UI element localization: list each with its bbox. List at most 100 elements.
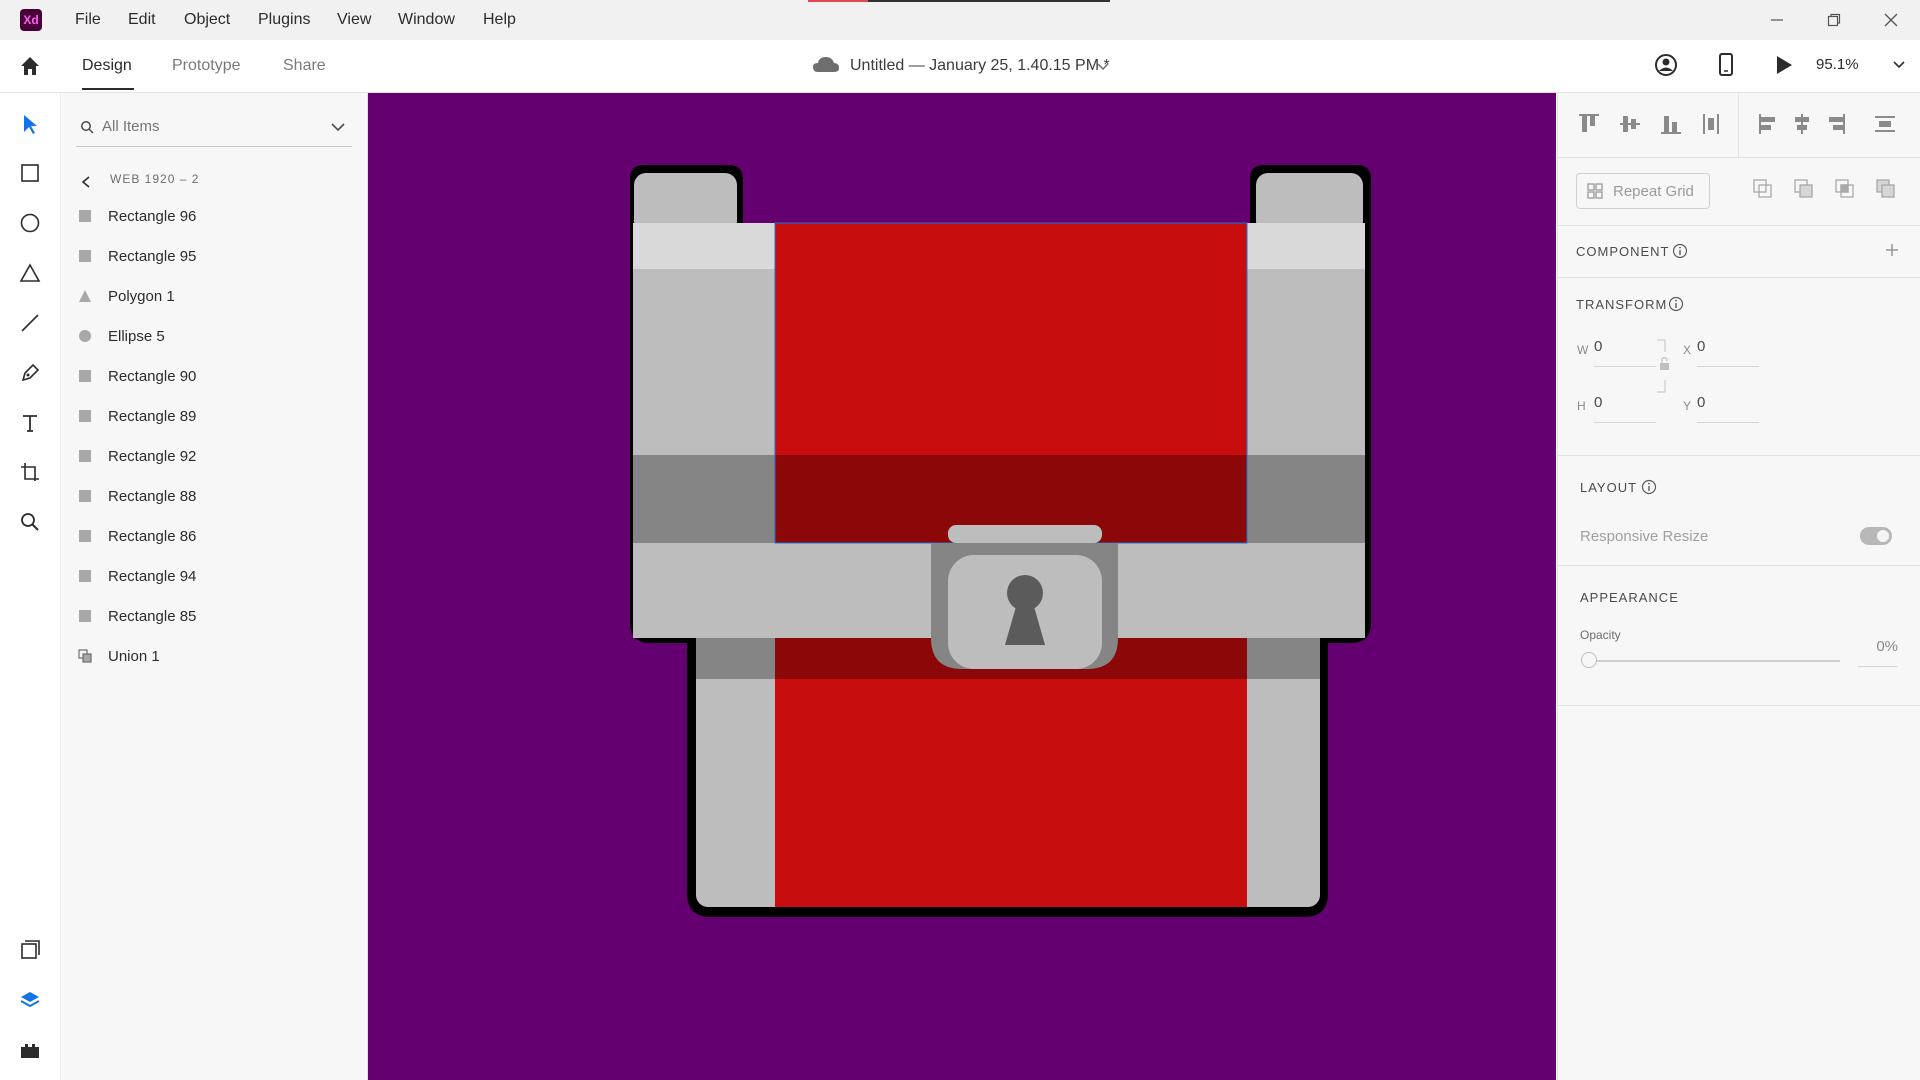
layer-row[interactable]: Rectangle 90 (76, 358, 356, 394)
text-tool[interactable] (14, 407, 46, 439)
boolean-exclude-icon[interactable] (1876, 179, 1895, 198)
layer-row[interactable]: Rectangle 86 (76, 518, 356, 554)
tab-prototype[interactable]: Prototype (172, 40, 240, 92)
union-icon (78, 649, 92, 663)
play-preview-button[interactable] (1773, 54, 1795, 76)
tab-design[interactable]: Design (82, 40, 132, 92)
back-chevron-icon[interactable] (80, 175, 92, 189)
distribute-vertical-icon[interactable] (1703, 114, 1719, 134)
chest-artwork[interactable] (368, 93, 1556, 1080)
plugins-button[interactable] (14, 1034, 46, 1066)
menu-window[interactable]: Window (398, 0, 455, 40)
artboard-tool[interactable] (14, 456, 46, 488)
align-top-icon[interactable] (1579, 114, 1599, 132)
lock-aspect-icon[interactable] (1655, 338, 1675, 394)
text-icon (23, 415, 37, 432)
layer-row[interactable]: Rectangle 92 (76, 438, 356, 474)
tab-share[interactable]: Share (283, 40, 326, 92)
layout-title: LAYOUT (1580, 480, 1638, 495)
rectangle-icon (79, 530, 91, 542)
opacity-value[interactable]: 0% (1858, 638, 1898, 667)
ellipse-tool[interactable] (14, 207, 46, 239)
info-icon[interactable] (1672, 243, 1688, 259)
menu-view[interactable]: View (337, 0, 371, 40)
layer-row[interactable]: Union 1 (76, 638, 356, 674)
close-window-button[interactable] (1863, 0, 1919, 40)
zoom-chevron-down-icon[interactable] (1892, 58, 1906, 70)
layer-row[interactable]: Rectangle 89 (76, 398, 356, 434)
layer-row[interactable]: Polygon 1 (76, 278, 356, 314)
add-component-icon[interactable] (1885, 243, 1899, 257)
opacity-slider-handle[interactable] (1581, 652, 1597, 668)
layers-button[interactable] (14, 984, 46, 1016)
layer-row[interactable]: Rectangle 88 (76, 478, 356, 514)
rectangle-tool[interactable] (14, 157, 46, 189)
select-tool[interactable] (14, 108, 46, 140)
line-tool[interactable] (14, 307, 46, 339)
layer-label: Rectangle 86 (108, 527, 197, 545)
opacity-label: Opacity (1580, 628, 1621, 642)
magnifier-icon (21, 513, 39, 531)
boolean-intersect-icon[interactable] (1835, 179, 1854, 198)
menu-object[interactable]: Object (184, 0, 230, 40)
menu-help[interactable]: Help (483, 0, 516, 40)
lock-top (948, 525, 1102, 543)
menu-file[interactable]: File (75, 0, 101, 40)
align-left-icon[interactable] (1759, 114, 1775, 134)
layer-label: Rectangle 89 (108, 407, 197, 425)
menu-plugins[interactable]: Plugins (258, 0, 310, 40)
search-icon (81, 121, 94, 134)
zoom-level[interactable]: 95.1% (1816, 40, 1859, 90)
design-canvas[interactable] (368, 93, 1556, 1080)
layer-row[interactable]: Rectangle 95 (76, 238, 356, 274)
zoom-tool[interactable] (14, 506, 46, 538)
polygon-tool[interactable] (14, 257, 46, 289)
home-button[interactable] (18, 54, 42, 78)
document-assets-button[interactable] (14, 934, 46, 966)
repeat-grid-label: Repeat Grid (1613, 182, 1694, 200)
responsive-resize-toggle[interactable] (1860, 527, 1892, 545)
align-bottom-icon[interactable] (1661, 116, 1681, 134)
assets-icon (21, 940, 40, 959)
x-field[interactable]: 0 (1697, 338, 1759, 367)
layer-label: Rectangle 85 (108, 607, 197, 625)
width-field[interactable]: 0 (1594, 338, 1656, 367)
boolean-add-icon[interactable] (1753, 179, 1772, 198)
layout-info-icon[interactable] (1641, 479, 1657, 495)
layer-label: Rectangle 92 (108, 447, 197, 465)
filter-chevron-down-icon[interactable] (330, 120, 346, 134)
layer-row[interactable]: Rectangle 94 (76, 558, 356, 594)
document-title[interactable]: Untitled — January 25, 1.40.15 PM * (850, 40, 1110, 92)
align-center-icon[interactable] (1795, 114, 1809, 134)
distribute-horizontal-icon[interactable] (1875, 116, 1895, 132)
pen-tool[interactable] (14, 357, 46, 389)
opacity-slider-track[interactable] (1590, 660, 1840, 662)
layers-search[interactable] (76, 108, 352, 147)
rectangle-icon (79, 570, 91, 582)
minimize-button[interactable] (1749, 0, 1805, 40)
layers-filter-input[interactable] (102, 108, 302, 144)
rectangle-icon (79, 610, 91, 622)
restore-button[interactable] (1806, 0, 1862, 40)
align-middle-icon[interactable] (1620, 116, 1640, 132)
height-field[interactable]: 0 (1594, 394, 1656, 423)
y-field[interactable]: 0 (1697, 394, 1759, 423)
transform-info-icon[interactable] (1668, 296, 1684, 312)
share-user-button[interactable] (1654, 53, 1678, 77)
layer-row[interactable]: Ellipse 5 (76, 318, 356, 354)
height-label: H (1577, 399, 1586, 413)
layer-label: Rectangle 88 (108, 487, 197, 505)
rectangle-icon (79, 410, 91, 422)
align-toolbar (1577, 110, 1907, 140)
boolean-subtract-icon[interactable] (1794, 179, 1813, 198)
align-right-icon[interactable] (1829, 114, 1845, 134)
repeat-grid-button[interactable]: Repeat Grid (1576, 173, 1710, 209)
menu-edit[interactable]: Edit (128, 0, 156, 40)
artboard-name[interactable]: WEB 1920 – 2 (110, 172, 199, 186)
layer-row[interactable]: Rectangle 96 (76, 198, 356, 234)
layer-label: Rectangle 94 (108, 567, 197, 585)
layer-row[interactable]: Rectangle 85 (76, 598, 356, 634)
section-divider (1557, 705, 1920, 706)
device-preview-button[interactable] (1714, 52, 1738, 78)
chevron-down-icon[interactable] (1096, 60, 1110, 72)
